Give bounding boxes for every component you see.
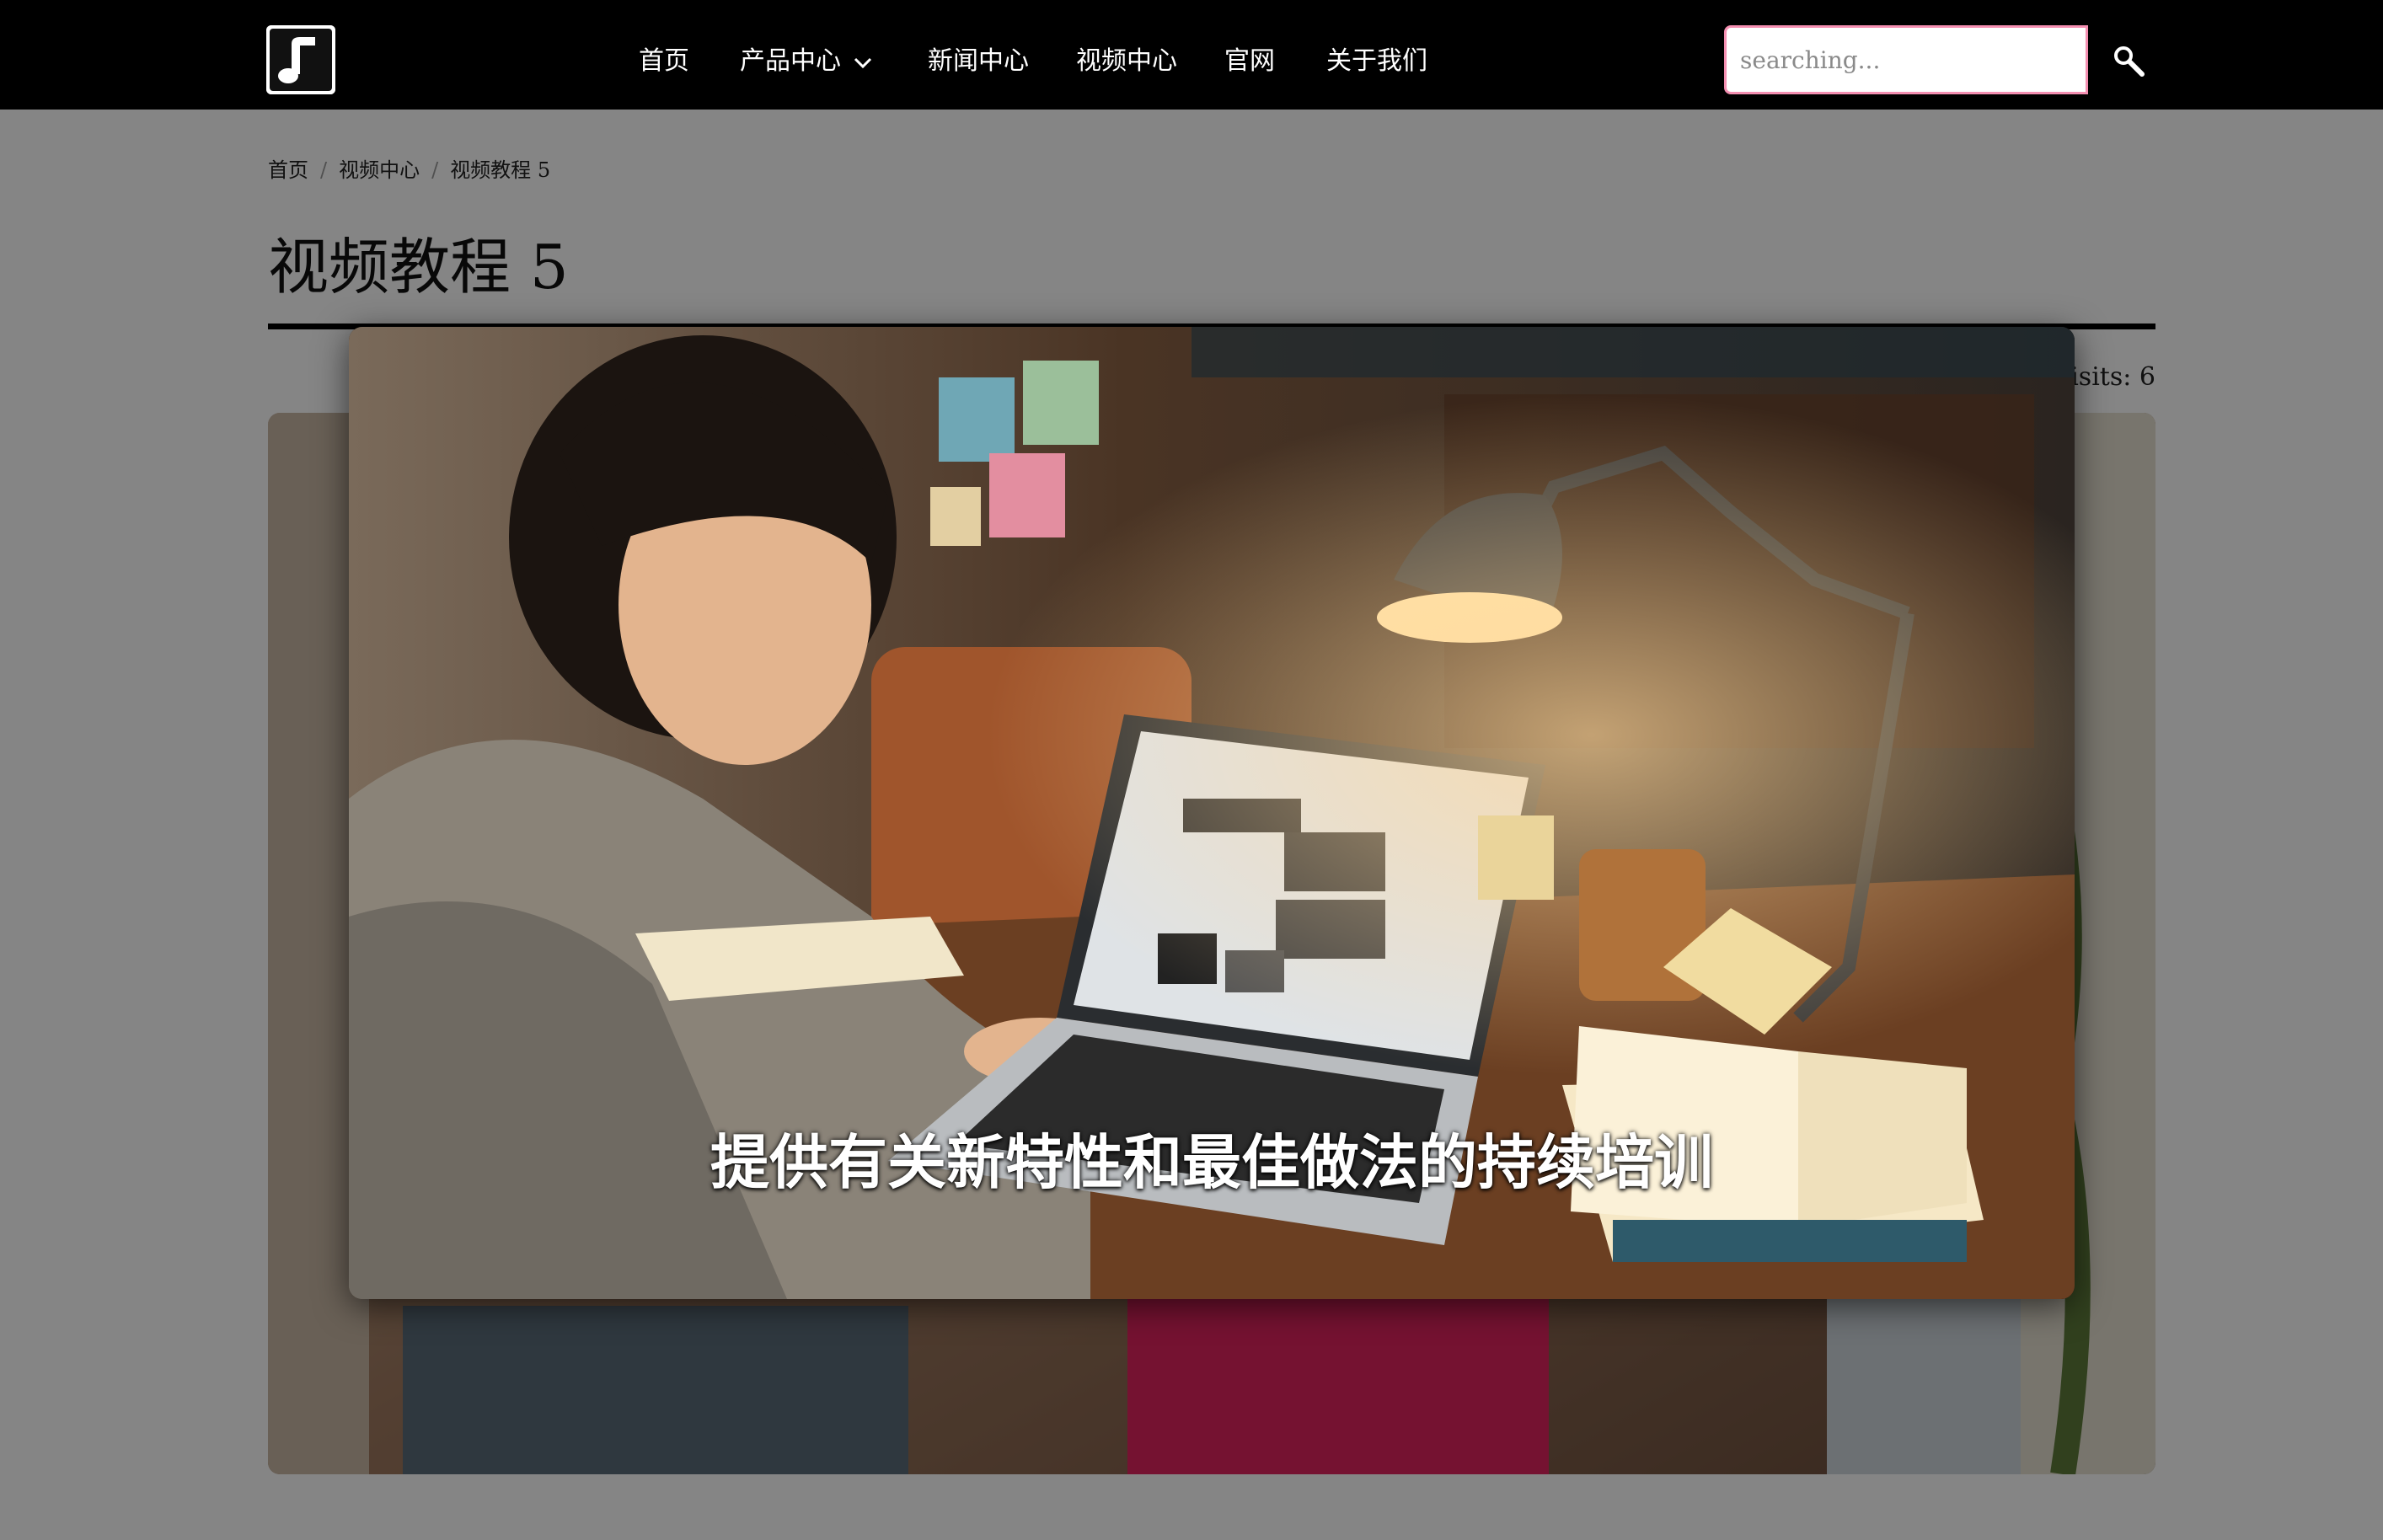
nav-official[interactable]: 官网 bbox=[1224, 42, 1275, 81]
search-input[interactable] bbox=[1724, 25, 2088, 94]
nav-products-label: 产品中心 bbox=[740, 46, 841, 76]
music-note-icon bbox=[266, 25, 335, 94]
nav-home[interactable]: 首页 bbox=[639, 42, 689, 81]
search-icon bbox=[2114, 46, 2145, 77]
nav-products[interactable]: 产品中心 bbox=[740, 42, 873, 81]
video-player-modal[interactable]: 提供有关新特性和最佳做法的持续培训 bbox=[349, 327, 2075, 1299]
nav-about[interactable]: 关于我们 bbox=[1326, 42, 1427, 81]
chevron-down-icon bbox=[853, 43, 873, 82]
nav-video[interactable]: 视频中心 bbox=[1076, 42, 1177, 81]
search-button[interactable] bbox=[2088, 25, 2169, 94]
site-logo[interactable] bbox=[266, 25, 335, 94]
nav-news[interactable]: 新闻中心 bbox=[928, 42, 1029, 81]
top-navigation-bar: 首页 产品中心 新闻中心 视频中心 官网 关于我们 bbox=[0, 0, 2383, 110]
video-subtitle: 提供有关新特性和最佳做法的持续培训 bbox=[710, 1128, 1713, 1197]
